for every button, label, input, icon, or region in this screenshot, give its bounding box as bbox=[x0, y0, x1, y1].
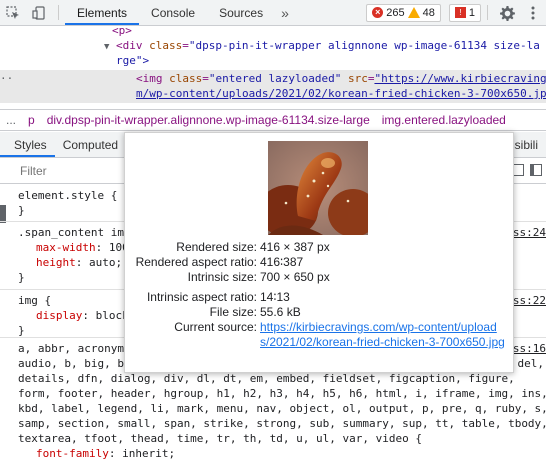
error-count: 265 bbox=[386, 6, 405, 19]
style-property[interactable]: height: auto; bbox=[36, 255, 122, 270]
rule-close-brace: } bbox=[18, 204, 25, 217]
breadcrumb-div[interactable]: div.dpsp-pin-it-wrapper.alignnone.wp-ima… bbox=[41, 113, 376, 127]
issues-flag-icon: ! bbox=[454, 7, 466, 18]
rule-selector-cont: audio, b, big, bl bbox=[18, 357, 131, 370]
toggle-sidebar-icon[interactable] bbox=[530, 164, 542, 176]
current-source-link[interactable]: https://kirbiecravings.com/wp-content/up… bbox=[260, 320, 505, 350]
tab-console[interactable]: Console bbox=[139, 0, 207, 25]
dom-node-img[interactable]: <img class="entered lazyloaded" src="htt… bbox=[136, 71, 546, 86]
toolbar-divider bbox=[58, 5, 59, 20]
dom-node-div[interactable]: ▼ <div class="dpsp-pin-it-wrapper alignn… bbox=[104, 38, 540, 53]
expand-triangle-icon[interactable]: ▼ bbox=[104, 42, 109, 52]
device-toolbar-icon[interactable] bbox=[26, 0, 52, 26]
img-src-link[interactable]: "https://www.kirbiecravings.co bbox=[374, 72, 546, 85]
devtools-toolbar: Elements Console Sources » × 265 48 ! 1 bbox=[0, 0, 546, 26]
rule-selector-cont: form, footer, header, hgroup, h1, h2, h3… bbox=[18, 387, 546, 400]
dom-node-p[interactable]: <p> bbox=[112, 23, 132, 38]
breadcrumb-p[interactable]: p bbox=[22, 113, 41, 127]
tab-styles[interactable]: Styles bbox=[0, 132, 55, 157]
warning-count: 48 bbox=[422, 6, 435, 19]
style-property[interactable]: display: block bbox=[36, 308, 129, 323]
style-property[interactable]: max-width: 100 bbox=[36, 240, 129, 255]
image-preview-tooltip: Rendered size: 416 × 387 px Rendered asp… bbox=[124, 132, 514, 373]
tooltip-row-source: Current source: https://kirbiecravings.c… bbox=[174, 320, 505, 350]
breadcrumb-more[interactable]: ... bbox=[0, 113, 22, 127]
rule-selector[interactable]: element.style { bbox=[18, 188, 117, 203]
issues-button[interactable]: ! 1 bbox=[448, 3, 481, 22]
selected-marker: ·· bbox=[0, 72, 14, 85]
rule-close-brace: } bbox=[18, 271, 25, 284]
rule-selector-cont: samp, section, small, span, strike, stro… bbox=[18, 417, 546, 430]
breadcrumb-img[interactable]: img.entered.lazyloaded bbox=[375, 113, 512, 127]
dom-node-div-cont: rge"> bbox=[116, 54, 150, 67]
rule-selector-cont: kbd, label, legend, li, mark, menu, nav,… bbox=[18, 402, 546, 415]
tab-computed[interactable]: Computed bbox=[55, 132, 126, 157]
rule-selector[interactable]: a, abbr, acronym bbox=[18, 341, 124, 356]
breadcrumb: ... p div.dpsp-pin-it-wrapper.alignnone.… bbox=[0, 109, 546, 131]
image-preview-thumbnail bbox=[268, 141, 368, 235]
tab-elements[interactable]: Elements bbox=[65, 0, 140, 25]
rule-close-brace: } bbox=[18, 324, 25, 337]
rule-selector[interactable]: .span_content img bbox=[18, 225, 131, 240]
rule-selector-cont: details, dfn, dialog, div, dl, dt, em, e… bbox=[18, 372, 515, 385]
warning-icon bbox=[407, 7, 420, 18]
console-counts-button[interactable]: × 265 48 bbox=[366, 3, 441, 22]
style-property[interactable]: font-family: inherit; bbox=[36, 446, 175, 461]
error-icon: × bbox=[372, 7, 384, 18]
more-tabs-button[interactable]: » bbox=[275, 0, 295, 25]
rule-selector[interactable]: img { bbox=[18, 293, 51, 308]
img-src-link-cont[interactable]: m/wp-content/uploads/2021/02/korean-frie… bbox=[136, 87, 546, 100]
dom-tree: <p> ▼ <div class="dpsp-pin-it-wrapper al… bbox=[0, 24, 546, 109]
kebab-menu-icon[interactable] bbox=[520, 0, 546, 26]
issues-count: 1 bbox=[468, 6, 475, 19]
rule-selector-cont: textarea, tfoot, thead, time, tr, th, td… bbox=[18, 432, 422, 445]
dom-node-img-cont: m/wp-content/uploads/2021/02/korean-frie… bbox=[136, 86, 546, 101]
tab-sources[interactable]: Sources bbox=[207, 0, 275, 25]
inspect-element-icon[interactable] bbox=[0, 0, 26, 26]
settings-gear-icon[interactable] bbox=[494, 0, 520, 26]
toolbar-divider bbox=[487, 5, 488, 20]
rule-selector-cont: del, bbox=[517, 357, 545, 370]
